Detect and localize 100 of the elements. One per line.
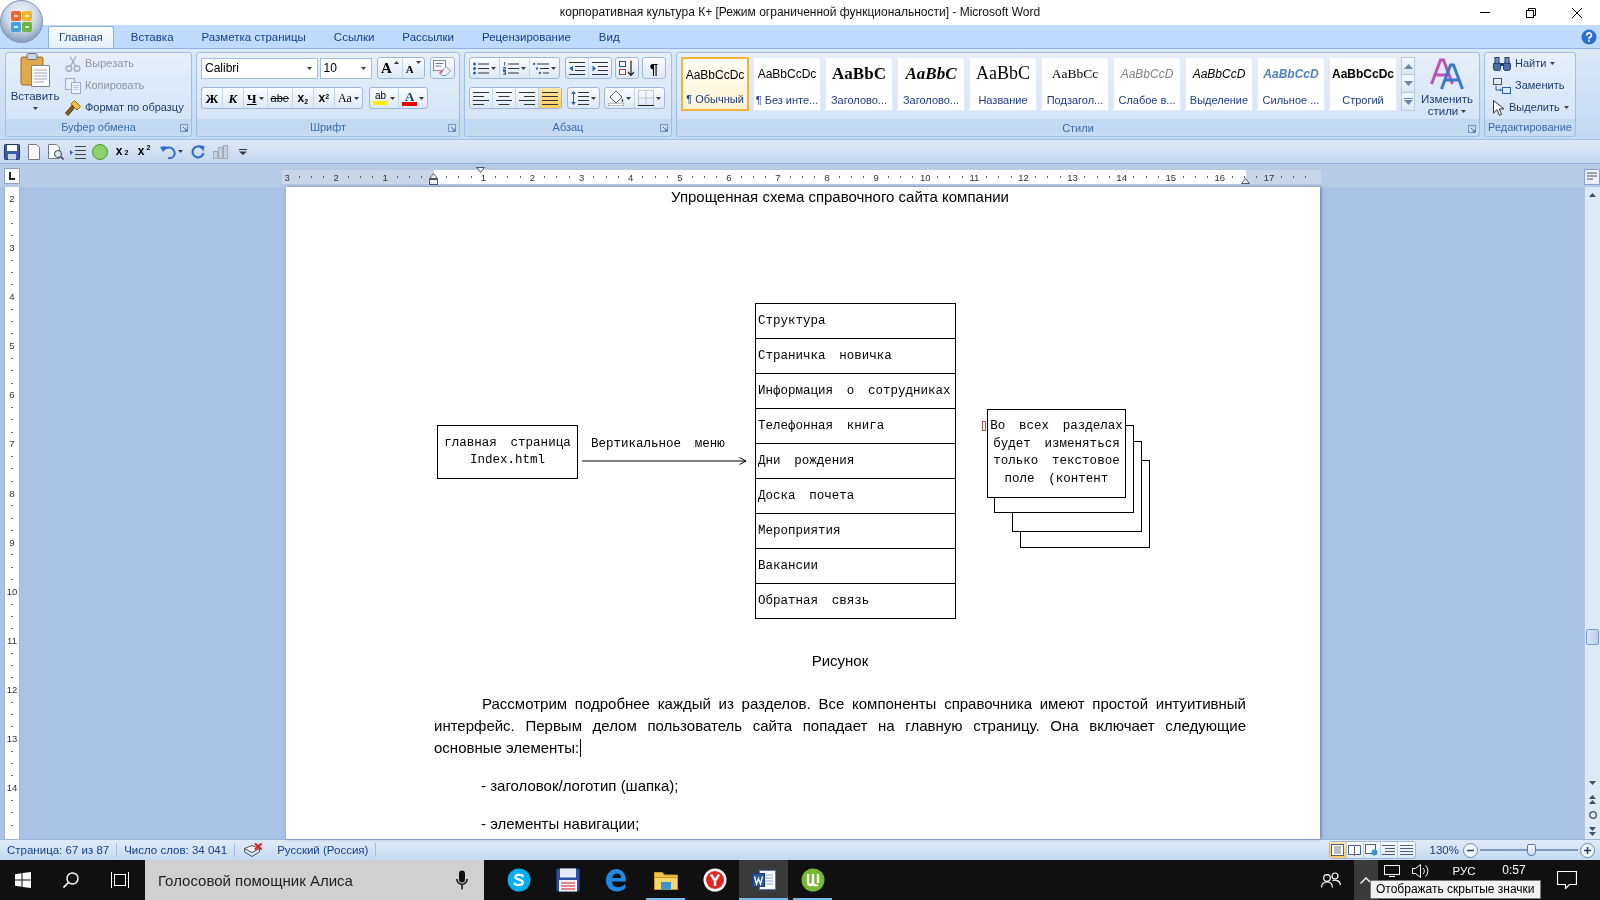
dialog-launcher-icon[interactable] — [448, 123, 456, 132]
microphone-icon[interactable] — [456, 870, 468, 890]
up-arrow-icon — [1403, 63, 1413, 69]
ribbon-tab[interactable]: Рассылки — [391, 26, 465, 48]
right-indent-icon[interactable] — [1241, 178, 1250, 184]
quick-access-button[interactable]: x$^{2}$ — [133, 141, 155, 162]
scroll-up-button[interactable] — [1401, 57, 1415, 75]
print-layout-button[interactable] — [1329, 842, 1347, 858]
superscript-button[interactable]: x$^{2}$ — [313, 88, 335, 108]
ribbon-tab[interactable]: Разметка страницы — [190, 26, 317, 48]
y-logo-icon — [702, 868, 727, 892]
speaker-icon[interactable] — [1412, 864, 1430, 878]
zoom-in-icon[interactable] — [1580, 842, 1595, 858]
network-icon[interactable] — [1384, 865, 1400, 877]
style-tile[interactable]: AaBbCcDc ¶ Обычный — [681, 57, 749, 111]
input-language[interactable]: РУС — [1448, 864, 1480, 878]
language-indicator[interactable]: Русский (Россия) — [270, 843, 376, 857]
print-preview-button[interactable] — [45, 141, 67, 162]
borders-button[interactable] — [635, 88, 664, 108]
highlight-button[interactable]: ab — [369, 88, 400, 108]
web-layout-button[interactable] — [1363, 842, 1381, 858]
grow-font-button[interactable]: A — [377, 58, 403, 78]
caret-icon — [419, 96, 425, 100]
show-marks-button[interactable]: ¶ — [642, 57, 666, 79]
style-tile[interactable]: AaBbCc Подзагол... — [1041, 57, 1109, 111]
zoom-slider[interactable] — [1480, 843, 1578, 857]
scroll-down-button[interactable] — [1401, 75, 1415, 93]
underline-button[interactable]: Ч — [244, 88, 268, 108]
taskbar-button[interactable] — [739, 860, 788, 900]
find-button[interactable]: Найти — [1490, 53, 1571, 74]
subscript-button[interactable]: x$_{2}$ — [292, 88, 314, 108]
slider-thumb[interactable] — [1527, 844, 1537, 856]
style-tile[interactable]: AaBbCcDc Строгий — [1329, 57, 1397, 111]
outdent-icon — [569, 61, 585, 75]
align-center-button[interactable] — [493, 88, 516, 108]
left-indent-icon[interactable] — [429, 173, 438, 185]
dialog-launcher-icon[interactable] — [1468, 124, 1476, 133]
format-painter-button[interactable]: Формат по образцу — [62, 97, 187, 118]
save-button[interactable] — [1, 141, 23, 162]
ribbon-tab[interactable]: Рецензирование — [471, 26, 582, 48]
ruler-toggle-icon[interactable] — [1584, 169, 1600, 185]
font-size-field[interactable]: 10 — [319, 57, 372, 79]
spelling-check-icon[interactable] — [244, 843, 263, 857]
ribbon-tab[interactable]: Главная — [48, 26, 114, 48]
caret-icon — [521, 66, 526, 70]
scrollbar-thumb[interactable] — [1586, 629, 1599, 645]
ribbon-tab[interactable]: Вставка — [119, 26, 185, 48]
style-tile[interactable]: AaBbCcD Сильное ... — [1257, 57, 1325, 111]
caret-icon[interactable] — [360, 66, 366, 70]
tab-stop-icon[interactable] — [4, 168, 20, 184]
line-spacing-button[interactable] — [567, 87, 600, 109]
more-styles-button[interactable] — [1401, 93, 1415, 111]
window-title: корпоративная культура К+ [Режим ограниченной функциональности] - Microsoft Word — [559, 5, 1041, 20]
paste-button[interactable]: Вставить — [10, 53, 60, 117]
justify-button[interactable] — [539, 88, 561, 108]
search-field[interactable]: Голосовой помощник Алиса — [145, 860, 484, 900]
borders-icon — [638, 90, 654, 106]
change-case-button[interactable]: Aa — [334, 88, 362, 108]
decrease-indent-button[interactable] — [566, 58, 589, 78]
outline-icon — [1382, 844, 1396, 856]
first-line-indent-icon[interactable] — [476, 167, 485, 173]
style-tile[interactable]: AaBbCcDc ¶ Без инте... — [753, 57, 821, 111]
page-counter[interactable]: Страница: 67 из 87 — [0, 843, 117, 857]
style-tile[interactable]: AaBbCcD Выделение — [1185, 57, 1253, 111]
italic-button[interactable]: К — [223, 88, 244, 108]
numbering-button[interactable] — [500, 58, 530, 78]
clock-time[interactable]: 0:57 — [1494, 863, 1534, 877]
style-tile[interactable]: AaBbC Заголово... — [825, 57, 893, 111]
zoom-out-icon[interactable] — [1463, 842, 1478, 858]
word-count[interactable]: Число слов: 34 041 — [117, 843, 235, 857]
change-styles-button[interactable]: Изменить стили — [1418, 57, 1476, 121]
replace-button[interactable]: Заменить — [1490, 75, 1571, 96]
shrink-font-button[interactable]: A — [402, 58, 424, 78]
e-logo-icon — [604, 868, 629, 892]
ribbon-tab[interactable]: Вид — [587, 26, 631, 48]
section-label: Мероприятия — [756, 514, 955, 549]
help-icon[interactable] — [1581, 28, 1597, 45]
draft-view-button[interactable] — [1397, 842, 1415, 858]
bold-button[interactable]: Ж — [202, 88, 223, 108]
zoom-level[interactable]: 130% — [1415, 843, 1463, 857]
bullets-button[interactable] — [470, 58, 500, 78]
align-left-button[interactable] — [470, 88, 493, 108]
reading-view-button[interactable] — [1346, 842, 1364, 858]
strikethrough-button[interactable]: abe — [267, 88, 293, 108]
outline-view-button[interactable] — [1380, 842, 1398, 858]
caret-icon[interactable] — [306, 66, 312, 70]
dialog-launcher-icon[interactable] — [180, 123, 188, 132]
style-tile[interactable]: AaBbCcD Слабое в... — [1113, 57, 1181, 111]
font-name-field[interactable]: Calibri — [201, 57, 318, 79]
office-button[interactable] — [0, 0, 43, 43]
clear-formatting-button[interactable] — [429, 57, 455, 79]
sort-button[interactable] — [615, 57, 639, 79]
style-tile[interactable]: AaBbC Заголово... — [897, 57, 965, 111]
select-button[interactable]: Выделить — [1490, 97, 1571, 118]
ribbon-tab[interactable]: Ссылки — [322, 26, 386, 48]
justify-icon — [542, 91, 558, 105]
dialog-launcher-icon[interactable] — [660, 123, 668, 132]
shading-button[interactable] — [605, 88, 635, 108]
style-tile[interactable]: AaBbC Название — [969, 57, 1037, 111]
font-color-button[interactable]: A — [399, 88, 428, 108]
